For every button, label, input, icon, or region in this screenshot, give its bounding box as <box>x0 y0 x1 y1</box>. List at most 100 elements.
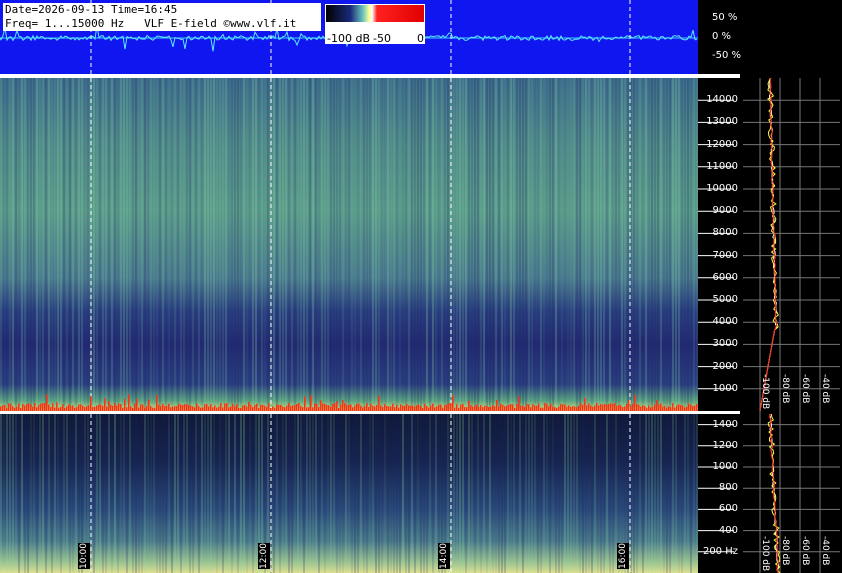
spectrogram-hi-streak <box>546 78 548 411</box>
spectrogram-hi-streak <box>663 78 665 411</box>
spectrogram-lo-streak <box>6 414 8 573</box>
spectrogram-lo-streak <box>354 414 356 573</box>
spectrogram-hi-red-burst <box>148 399 150 411</box>
spectrogram-lo-streak <box>294 414 296 573</box>
spectrogram-hi-red-burst <box>358 403 360 411</box>
spectrogram-hi-streak <box>645 78 647 411</box>
freq-axis-hi-label-0: 14000 <box>706 94 738 106</box>
spectrogram-lo-streak <box>525 414 527 573</box>
spectrogram-lo-streak <box>402 414 404 573</box>
spectrogram-hi-red-burst <box>544 403 546 411</box>
spectrogram-hi-red-burst <box>448 403 450 411</box>
spectrogram-hi-red-burst <box>456 404 458 411</box>
spectrum-lo-yellow <box>767 413 781 573</box>
spectrogram-hi-red-burst <box>550 403 552 411</box>
spectrogram-hi-streak <box>351 78 353 411</box>
spectrogram-hi-streak <box>117 78 119 411</box>
spectrogram-lo-streak <box>669 414 671 573</box>
spectrogram-hi-streak <box>426 78 428 411</box>
spectrogram-hi-streak <box>678 78 680 411</box>
spectrogram-hi-streak <box>321 78 323 411</box>
spectrogram-hi-red-burst <box>42 403 44 411</box>
freq-axis-lo-label-3: 800 <box>718 482 738 494</box>
spectrogram-lo-streak <box>189 414 191 573</box>
wave-tick-minus50: -50 % <box>712 50 742 61</box>
spectrogram-hi-streak <box>648 78 650 411</box>
spectrogram-hi-streak <box>255 78 257 411</box>
spectrogram-hi-streak <box>69 78 71 411</box>
spectrogram-lo-streak <box>531 414 533 573</box>
freq-axis-lo-label-5: 400 <box>718 524 738 536</box>
spectrogram-lo-streak <box>216 414 218 573</box>
spectrogram-hi-streak <box>576 78 578 411</box>
spectrogram-hi-streak <box>153 78 155 411</box>
spectrogram-lo-streak <box>276 414 278 573</box>
spectrogram-hi-streak <box>456 78 458 411</box>
spectrogram-hi-streak <box>279 78 281 411</box>
spectrogram-hi-streak <box>30 78 32 411</box>
spectrogram-hi-streak <box>102 78 104 411</box>
spectrogram-lo-streak <box>429 414 431 573</box>
spectrogram-hi-streak <box>558 78 560 411</box>
spectrogram-lo-streak <box>393 414 395 573</box>
spectrogram-lo-streak <box>687 414 689 573</box>
spectrogram-lo-streak <box>108 414 110 573</box>
spectrogram-hi-red-burst <box>136 398 138 411</box>
spectrogram-lo-streak <box>492 414 494 573</box>
spectrogram-hi-streak <box>675 78 677 411</box>
spectrogram-lo-streak <box>681 414 683 573</box>
spectrogram-hi-streak <box>690 78 692 411</box>
spectrogram-lo-streak <box>501 414 503 573</box>
spectrogram-hi-streak <box>21 78 23 411</box>
spectrogram-lo-streak <box>639 414 641 573</box>
spectrogram-lo-streak <box>507 414 509 573</box>
spectrogram-lo-streak <box>183 414 185 573</box>
spectrogram-lo-streak <box>75 414 77 573</box>
spectrogram-lo-streak <box>66 414 68 573</box>
spectrogram-lo-streak <box>486 414 488 573</box>
spectrogram-hi-red-burst <box>378 395 380 411</box>
spectrogram-hi-streak <box>9 78 11 411</box>
spectrogram-hi-red-burst <box>46 394 48 411</box>
spectrogram-hi-streak <box>570 78 572 411</box>
spectrogram-hi-streak <box>132 78 134 411</box>
spectrogram-hi-streak <box>507 78 509 411</box>
spectrogram-full-range <box>0 78 698 411</box>
spectrogram-hi-red-burst <box>626 403 628 411</box>
spectrogram-lo-streak <box>414 414 416 573</box>
spectrogram-hi-red-burst <box>450 403 452 411</box>
spectrogram-lo-streak <box>456 414 458 573</box>
time-label-1200: 12:00 <box>258 543 270 569</box>
spectrogram-lo-streak <box>546 414 548 573</box>
spectrogram-lo-streak <box>489 414 491 573</box>
spectrogram-hi-streak <box>207 78 209 411</box>
spectrogram-hi-streak <box>540 78 542 411</box>
spectrogram-hi-streak <box>594 78 596 411</box>
freq-axis-lo-label-0: 1400 <box>712 418 738 430</box>
spectrogram-hi-streak <box>636 78 638 411</box>
spectrogram-lo-streak <box>222 414 224 573</box>
spectrogram-hi-streak <box>495 78 497 411</box>
spectrogram-hi-streak <box>306 78 308 411</box>
spectrogram-lo-streak <box>243 414 245 573</box>
spectrogram-hi-streak <box>360 78 362 411</box>
spectrogram-hi-red-burst <box>114 403 116 411</box>
spectrogram-hi-streak <box>471 78 473 411</box>
spectrogram-hi-streak <box>369 78 371 411</box>
spectrogram-hi-streak <box>210 78 212 411</box>
spectrogram-lo-streak <box>366 414 368 573</box>
spectrogram-hi-streak <box>510 78 512 411</box>
spectrogram-hi-red-burst <box>220 403 222 411</box>
spectrogram-hi-red-burst <box>584 398 586 411</box>
spectrogram-hi-red-burst <box>310 395 312 411</box>
spectrogram-hi-streak <box>465 78 467 411</box>
colorbar-label-max: 0 <box>417 32 424 45</box>
spectrogram-hi-red-burst <box>580 403 582 411</box>
spectrogram-hi-streak <box>114 78 116 411</box>
spectrogram-hi-red-burst <box>184 404 186 411</box>
colorbar-legend: -100 dB -50 0 <box>325 4 425 45</box>
spectrogram-lo-streak <box>510 414 512 573</box>
spectrogram-lo-streak <box>516 414 518 573</box>
colorbar-gradient <box>326 5 424 22</box>
spectrogram-hi-streak <box>582 78 584 411</box>
